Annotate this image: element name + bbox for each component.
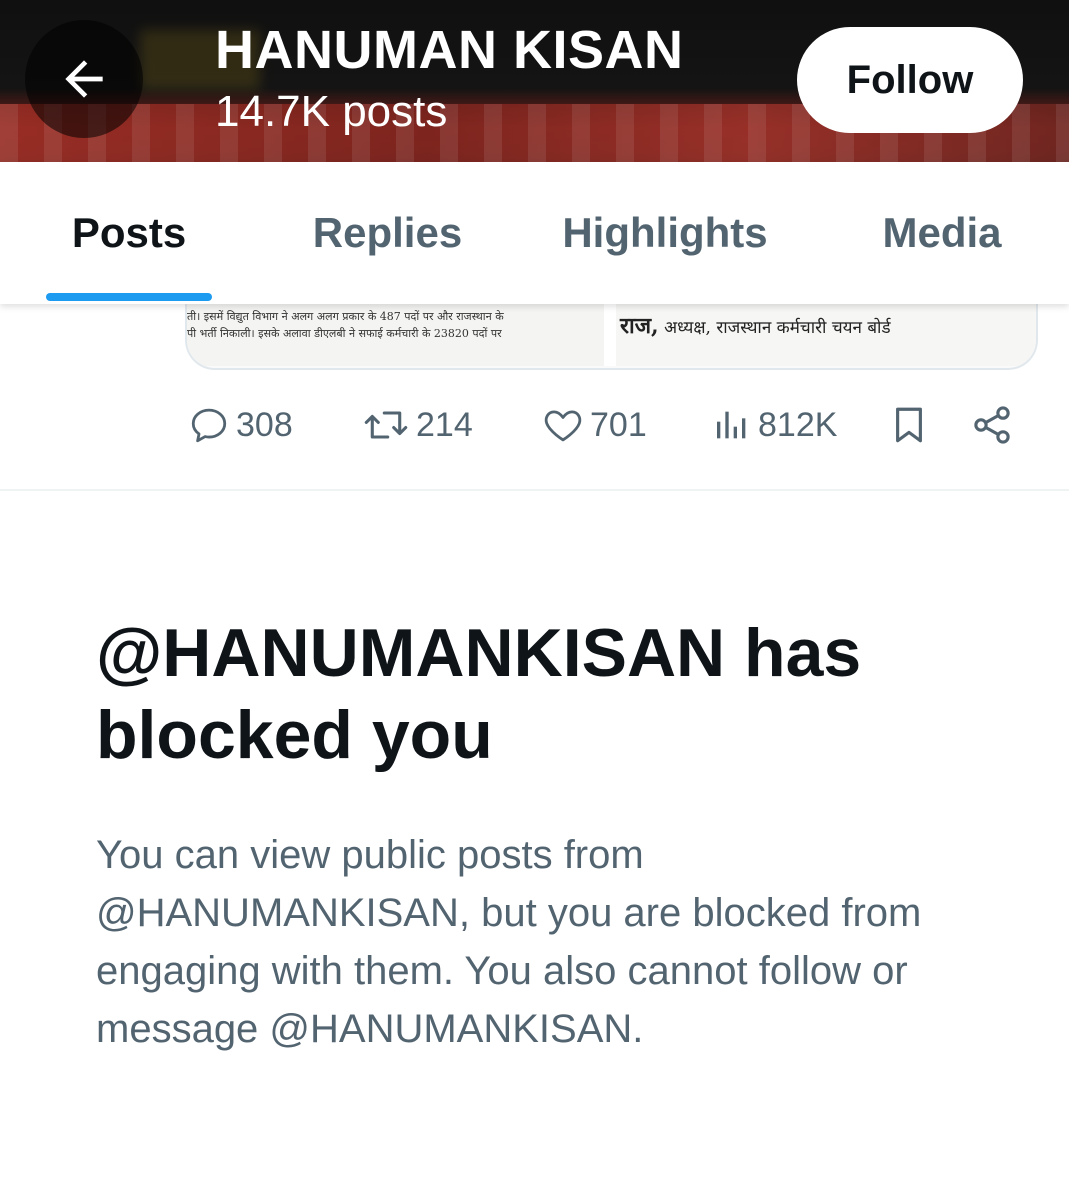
profile-page: HANUMAN KISAN 14.7K posts Follow Posts R… — [0, 0, 1069, 1200]
image-text-bold: राज, — [620, 313, 659, 339]
profile-header: HANUMAN KISAN 14.7K posts Follow — [0, 0, 1069, 162]
active-tab-indicator — [46, 293, 212, 301]
reply-icon — [191, 408, 227, 443]
reply-button[interactable]: 308 — [188, 395, 293, 455]
views-button[interactable]: 812K — [712, 395, 837, 455]
views-count: 812K — [758, 405, 838, 444]
share-icon — [974, 406, 1010, 444]
profile-name: HANUMAN KISAN — [215, 20, 684, 80]
bookmark-icon — [896, 407, 922, 443]
post-image-left: ती। इसमें विद्युत विभाग ने अलग अलग प्रका… — [187, 296, 604, 366]
repost-icon — [364, 411, 408, 439]
tab-media[interactable]: Media — [862, 162, 1022, 304]
header-title-block: HANUMAN KISAN 14.7K posts — [215, 18, 683, 140]
profile-tabs: Posts Replies Highlights Media — [0, 162, 1069, 304]
repost-button[interactable]: 214 — [362, 395, 473, 455]
repost-count: 214 — [416, 405, 473, 444]
bookmark-button[interactable] — [888, 395, 930, 455]
like-button[interactable]: 701 — [542, 395, 647, 455]
post-count: 14.7K posts — [215, 87, 448, 136]
heart-icon — [544, 410, 582, 442]
post-actions: 308 214 701 812K — [0, 395, 1069, 455]
views-chart-icon — [717, 411, 746, 439]
reply-count: 308 — [236, 405, 293, 444]
image-divider — [604, 296, 616, 366]
image-text: अध्यक्ष, राजस्थान कर्मचारी चयन बोर्ड — [658, 318, 891, 338]
back-button[interactable] — [25, 20, 143, 138]
tab-posts[interactable]: Posts — [46, 162, 212, 304]
tab-highlights[interactable]: Highlights — [545, 162, 785, 304]
post-image[interactable]: ती। इसमें विद्युत विभाग ने अलग अलग प्रका… — [185, 296, 1038, 370]
post-image-right: राज, अध्यक्ष, राजस्थान कर्मचारी चयन बोर्… — [616, 296, 1036, 366]
image-text-line: पी भर्ती निकाली। इसके अलावा डीएलबी ने सफ… — [187, 327, 502, 340]
like-count: 701 — [590, 405, 647, 444]
follow-button[interactable]: Follow — [797, 27, 1023, 133]
section-divider — [0, 489, 1069, 491]
tab-replies[interactable]: Replies — [300, 162, 475, 304]
blocked-description: You can view public posts from @HANUMANK… — [96, 833, 922, 1051]
image-text-line: ती। इसमें विद्युत विभाग ने अलग अलग प्रका… — [187, 310, 504, 323]
share-button[interactable] — [970, 395, 1014, 455]
blocked-heading: @HANUMANKISAN has blocked you — [96, 615, 862, 773]
arrow-left-icon — [65, 60, 103, 98]
